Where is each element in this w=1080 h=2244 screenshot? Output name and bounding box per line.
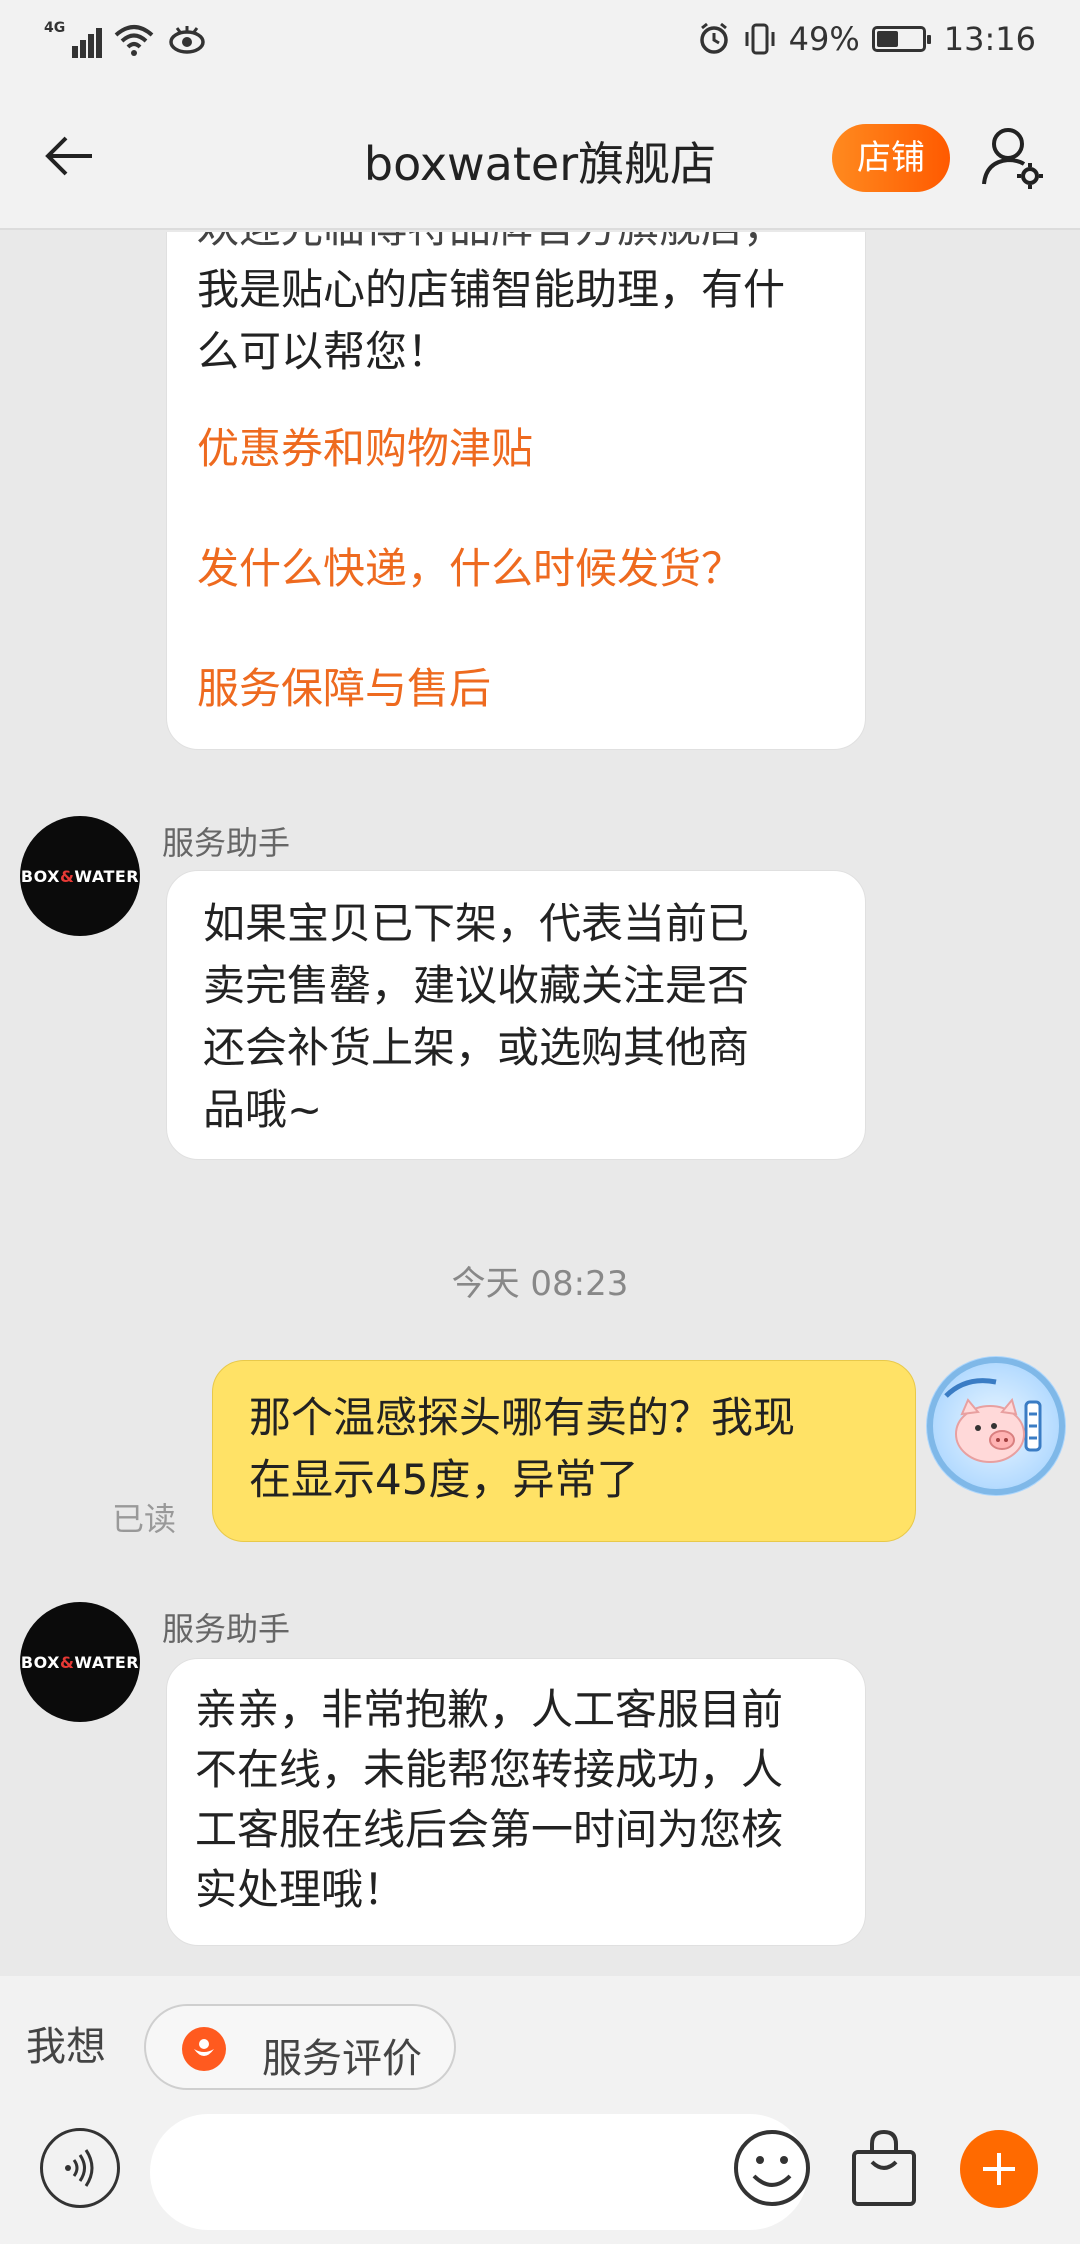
wifi-icon bbox=[114, 25, 154, 56]
flower-icon bbox=[182, 2027, 226, 2071]
battery-icon bbox=[871, 26, 931, 52]
read-status: 已读 bbox=[112, 1500, 177, 1538]
chat-message-list[interactable]: 欢迎光临博特品牌官方旗舰店， 我是贴心的店铺智能助理，有什 么可以帮您！ 优惠券… bbox=[0, 232, 1080, 1976]
alarm-icon bbox=[699, 22, 728, 54]
smiley-icon bbox=[734, 2130, 810, 2206]
message-line: 那个温感探头哪有卖的？我现 bbox=[249, 1393, 796, 1442]
voice-input-button[interactable] bbox=[40, 2128, 120, 2208]
message-line: 品哦~ bbox=[203, 1085, 323, 1134]
eye-icon bbox=[169, 26, 205, 54]
bot-avatar[interactable]: BOX&WATER bbox=[20, 1602, 140, 1722]
service-rating-chip[interactable]: 服务评价 bbox=[144, 2004, 456, 2090]
user-avatar[interactable] bbox=[926, 1356, 1066, 1496]
shopping-bag-icon bbox=[852, 2129, 916, 2206]
message-line: 如果宝贝已下架，代表当前已 bbox=[203, 899, 750, 948]
boxwater-logo: BOX&WATER bbox=[20, 866, 140, 886]
welcome-message-bubble: 欢迎光临博特品牌官方旗舰店， 我是贴心的店铺智能助理，有什 么可以帮您！ 优惠券… bbox=[166, 232, 866, 750]
quick-link-coupons[interactable]: 优惠券和购物津贴 bbox=[197, 419, 533, 479]
message-line: 工客服在线后会第一时间为您核 bbox=[195, 1805, 784, 1854]
bot-message-bubble[interactable]: 如果宝贝已下架，代表当前已 卖完售罄，建议收藏关注是否 还会补货上架，或选购其他… bbox=[166, 870, 866, 1160]
message-line: 实处理哦！ bbox=[195, 1865, 406, 1914]
quick-link-shipping[interactable]: 发什么快递，什么时候发货？ bbox=[197, 539, 743, 599]
input-bar bbox=[0, 2106, 1080, 2244]
clock-time: 13:16 bbox=[943, 20, 1036, 58]
battery-percentage: 49% bbox=[788, 20, 860, 58]
pig-avatar-icon bbox=[927, 1357, 1065, 1495]
product-button[interactable] bbox=[846, 2126, 922, 2210]
welcome-cut-line: 欢迎光临博特品牌官方旗舰店， bbox=[197, 232, 785, 259]
bot-message-bubble[interactable]: 亲亲，非常抱歉，人工客服目前 不在线，未能帮您转接成功，人 工客服在线后会第一时… bbox=[166, 1658, 866, 1946]
cellular-signal-icon: 4G bbox=[44, 20, 102, 60]
chat-header: boxwater旗舰店 店铺 bbox=[0, 86, 1080, 230]
message-line: 还会补货上架，或选购其他商 bbox=[203, 1023, 750, 1072]
status-bar: 4G 49% 13:16 bbox=[0, 0, 1080, 86]
bot-avatar[interactable]: BOX&WATER bbox=[20, 816, 140, 936]
emoji-button[interactable] bbox=[730, 2126, 814, 2210]
service-rating-label: 服务评价 bbox=[262, 2036, 422, 2082]
plus-icon bbox=[983, 2153, 1015, 2185]
user-gear-icon bbox=[982, 128, 1043, 189]
message-line: 卖完售罄，建议收藏关注是否 bbox=[203, 961, 750, 1010]
sender-name: 服务助手 bbox=[162, 824, 291, 862]
message-line: 在显示45度，异常了 bbox=[249, 1455, 639, 1504]
sender-name: 服务助手 bbox=[162, 1610, 291, 1648]
user-message-bubble[interactable]: 那个温感探头哪有卖的？我现 在显示45度，异常了 bbox=[212, 1360, 916, 1542]
quick-link-after-sales[interactable]: 服务保障与售后 bbox=[197, 659, 491, 719]
quick-action-label: 我想 bbox=[26, 2024, 106, 2070]
welcome-line-2: 么可以帮您！ bbox=[197, 327, 450, 376]
message-timestamp: 今天 08:23 bbox=[451, 1264, 629, 1304]
boxwater-logo: BOX&WATER bbox=[20, 1652, 140, 1672]
user-settings-button[interactable] bbox=[978, 122, 1048, 192]
message-line: 不在线，未能帮您转接成功，人 bbox=[195, 1745, 784, 1794]
message-input[interactable] bbox=[150, 2114, 808, 2230]
voice-icon bbox=[65, 2149, 94, 2187]
welcome-line-1: 我是贴心的店铺智能助理，有什 bbox=[197, 265, 786, 314]
message-line: 亲亲，非常抱歉，人工客服目前 bbox=[195, 1685, 784, 1734]
vibrate-icon bbox=[745, 23, 775, 55]
quick-action-bar: 我想 服务评价 bbox=[0, 1976, 1080, 2106]
shop-button[interactable]: 店铺 bbox=[832, 124, 950, 192]
more-options-button[interactable] bbox=[960, 2130, 1038, 2208]
